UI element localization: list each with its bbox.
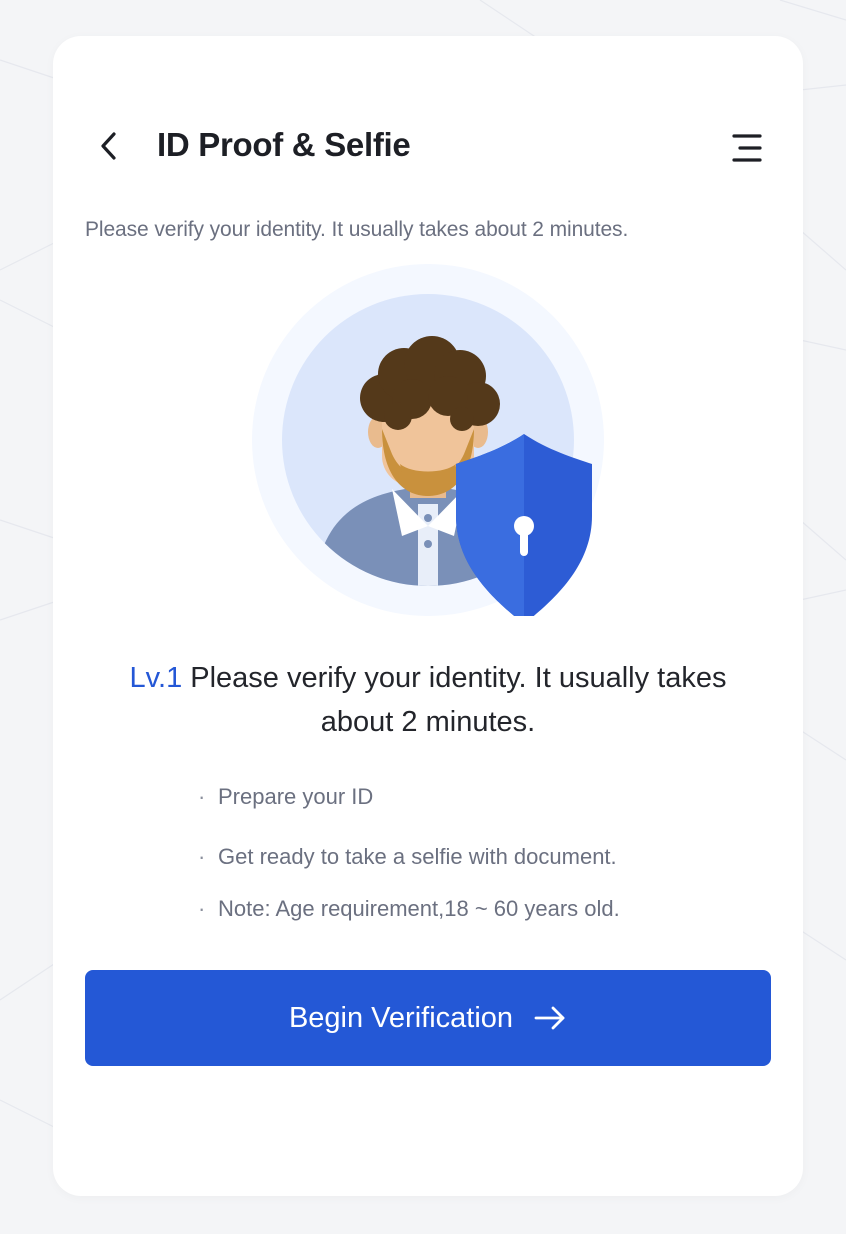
bullet-icon: ·	[198, 784, 206, 809]
bullet-icon: ·	[198, 896, 206, 921]
page-title: ID Proof & Selfie	[157, 126, 411, 163]
page-header: ID Proof & Selfie	[53, 106, 803, 186]
menu-button[interactable]	[729, 130, 765, 166]
back-button[interactable]	[91, 128, 127, 164]
verification-headline: Lv.1 Please verify your identity. It usu…	[113, 656, 743, 744]
headline-text: Please verify your identity. It usually …	[190, 662, 727, 738]
list-item: · Prepare your ID	[198, 784, 373, 810]
verification-card: ID Proof & Selfie Please verify your ide…	[53, 36, 803, 1196]
requirement-text: Prepare your ID	[218, 784, 374, 809]
verified-user-shield-icon	[252, 264, 604, 616]
requirement-text: Note: Age requirement,18 ~ 60 years old.	[218, 896, 620, 921]
requirement-text: Get ready to take a selfie with document…	[218, 844, 617, 869]
list-item: · Note: Age requirement,18 ~ 60 years old…	[198, 896, 620, 922]
begin-verification-label: Begin Verification	[288, 1001, 514, 1034]
chevron-left-icon	[101, 132, 116, 160]
list-item: · Get ready to take a selfie with documen…	[198, 844, 617, 870]
begin-verification-button[interactable]: Begin Verification	[85, 970, 771, 1066]
intro-text: Please verify your identity. It usually …	[85, 218, 629, 241]
bullet-icon: ·	[198, 844, 206, 869]
menu-icon	[732, 134, 762, 162]
level-badge: Lv.1	[129, 662, 183, 694]
arrow-right-icon	[533, 1001, 567, 1035]
